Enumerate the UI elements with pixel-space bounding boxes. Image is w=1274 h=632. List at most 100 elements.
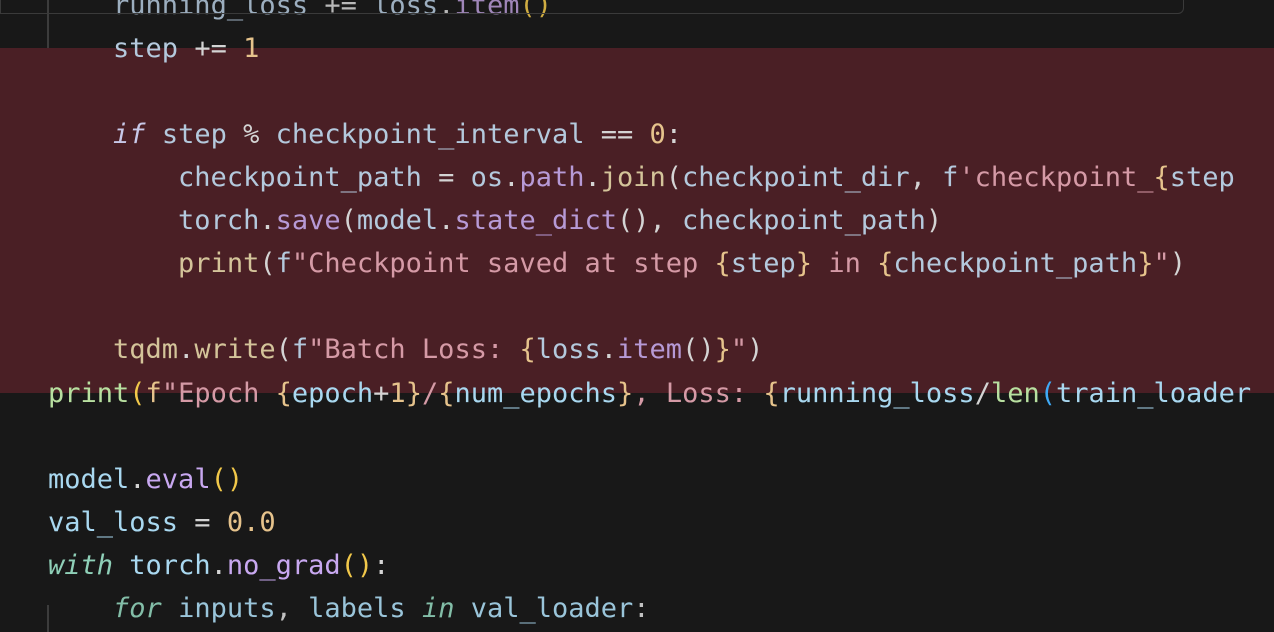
code-token: . <box>438 0 455 21</box>
code-token: } <box>1137 248 1154 279</box>
code-token: ) <box>1169 248 1186 279</box>
code-token: torch <box>129 550 211 581</box>
code-token: state_dict <box>454 205 617 236</box>
code-token: = <box>421 162 471 193</box>
code-token: " <box>1153 248 1170 279</box>
code-token: , <box>909 162 943 193</box>
code-token: "Epoch <box>161 378 276 409</box>
code-token: ) <box>925 205 943 236</box>
code-token: ( <box>275 334 292 365</box>
code-token: . <box>438 205 455 236</box>
code-token: in <box>421 593 455 624</box>
code-token: ( <box>129 378 146 409</box>
code-token: { <box>438 378 455 409</box>
code-line[interactable]: checkpoint_path = os.path.join(checkpoin… <box>48 156 1235 199</box>
code-token: : <box>373 550 390 581</box>
code-token: train_loader <box>1056 378 1252 409</box>
code-token: } <box>714 334 731 365</box>
code-token: , <box>275 593 309 624</box>
code-token: loss <box>373 0 439 21</box>
code-token: ( <box>665 162 683 193</box>
code-line[interactable]: print(f"Epoch {epoch+1}/{num_epochs}, Lo… <box>48 372 1251 415</box>
code-token: == <box>584 119 650 150</box>
code-token: 'checkpoint_ <box>958 162 1154 193</box>
code-token: 1 <box>389 378 406 409</box>
code-token: len <box>990 378 1040 409</box>
code-token: { <box>877 248 894 279</box>
code-token: : <box>665 119 683 150</box>
code-token: . <box>259 205 276 236</box>
code-line[interactable]: print(f"Checkpoint saved at step {step} … <box>48 242 1186 285</box>
code-token: . <box>600 334 618 365</box>
code-token: running_loss <box>113 0 309 21</box>
code-line[interactable]: tqdm.write(f"Batch Loss: {loss.item()}") <box>48 328 763 371</box>
code-token: } <box>405 378 422 409</box>
code-token: checkpoint_path <box>682 205 926 236</box>
code-line[interactable]: if step % checkpoint_interval == 0: <box>48 113 682 156</box>
code-line[interactable]: val_loss = 0.0 <box>48 501 276 544</box>
code-editor[interactable]: running_loss += loss.item() step += 1 if… <box>0 0 1274 632</box>
code-token: / <box>421 378 439 409</box>
code-token: "Batch Loss: <box>308 334 520 365</box>
code-token: ( <box>340 205 357 236</box>
code-token: with <box>48 550 114 581</box>
code-token: (), <box>617 205 683 236</box>
code-token: join <box>600 162 666 193</box>
code-token: no_grad <box>226 550 341 581</box>
code-token: } <box>617 378 634 409</box>
code-token: . <box>129 464 146 495</box>
code-token: . <box>584 162 601 193</box>
code-line[interactable]: running_loss += loss.item() <box>48 0 552 27</box>
code-token: . <box>503 162 520 193</box>
code-token: : <box>633 593 650 624</box>
code-line[interactable]: torch.save(model.state_dict(), checkpoin… <box>48 199 942 242</box>
code-token: step <box>1169 162 1235 193</box>
code-token: print <box>48 378 130 409</box>
code-token: ( <box>1039 378 1057 409</box>
code-token: . <box>210 550 227 581</box>
code-token: () <box>340 550 374 581</box>
code-token: item <box>454 0 520 21</box>
code-token: torch <box>178 205 260 236</box>
code-token: epoch <box>291 378 374 409</box>
code-token: tqdm <box>113 334 179 365</box>
code-line[interactable]: step += 1 <box>48 27 259 70</box>
code-token: f <box>275 248 292 279</box>
code-token: in <box>812 248 878 279</box>
code-token: () <box>682 334 715 365</box>
code-token: if <box>113 119 146 150</box>
code-token: + <box>373 378 390 409</box>
code-token: { <box>714 248 731 279</box>
code-line[interactable]: with torch.no_grad(): <box>48 544 389 587</box>
code-token: path <box>519 162 585 193</box>
code-token: checkpoint_interval <box>275 119 585 150</box>
code-token: { <box>1153 162 1170 193</box>
code-token: os <box>470 162 504 193</box>
code-token: checkpoint_path <box>178 162 422 193</box>
code-token: 1 <box>243 33 260 64</box>
code-line[interactable]: model.eval() <box>48 458 243 501</box>
code-token: item <box>617 334 683 365</box>
code-token: model <box>48 464 130 495</box>
code-line[interactable]: for inputs, labels in val_loader: <box>48 587 650 630</box>
code-token: += <box>178 33 244 64</box>
code-token: { <box>519 334 536 365</box>
code-token: () <box>210 464 244 495</box>
code-token: checkpoint_path <box>893 248 1138 279</box>
code-token: f <box>145 378 162 409</box>
code-token: += <box>308 0 374 21</box>
code-token: running_loss <box>779 378 975 409</box>
code-token: "Checkpoint saved at step <box>291 248 715 279</box>
code-token: num_epochs <box>454 378 618 409</box>
